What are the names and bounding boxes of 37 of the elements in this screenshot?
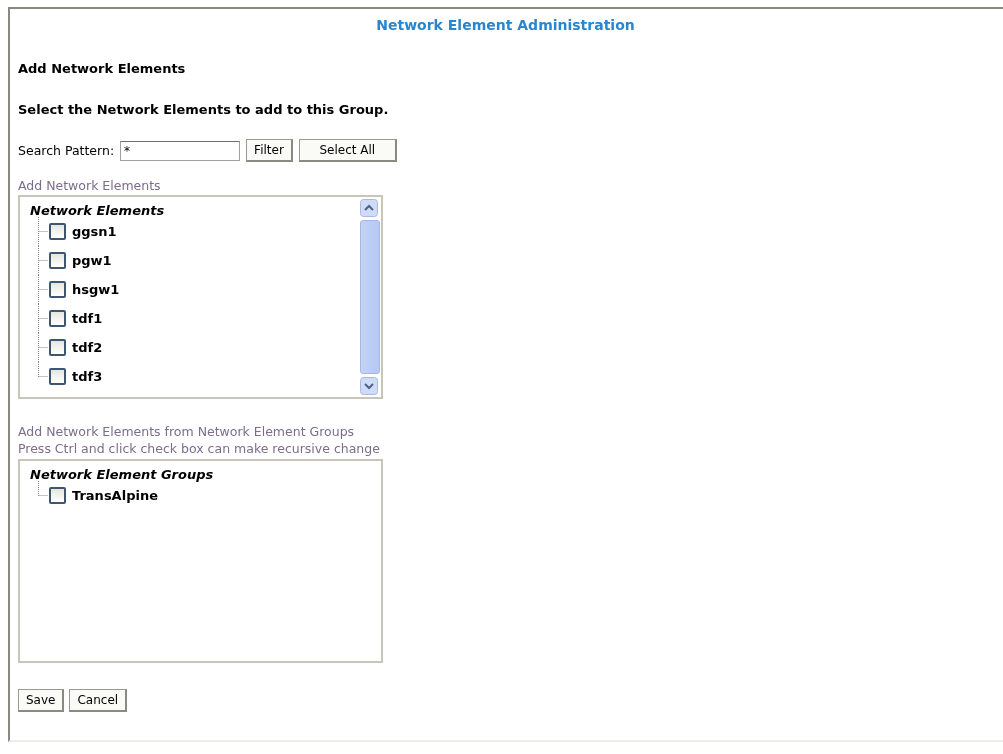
- tree-item[interactable]: tdf2: [72, 340, 103, 355]
- section-heading: Add Network Elements: [18, 61, 187, 76]
- scroll-up-icon[interactable]: [360, 199, 378, 217]
- section-label: Add Network Elements: [18, 178, 162, 193]
- tree-item[interactable]: ggsn1: [72, 224, 117, 239]
- scroll-thumb[interactable]: [360, 220, 380, 374]
- tree-item[interactable]: tdf1: [72, 311, 103, 326]
- tree-connector: [38, 217, 48, 246]
- checkbox[interactable]: [49, 252, 66, 269]
- tree-title: Network Elements: [30, 203, 166, 218]
- checkbox[interactable]: [49, 368, 66, 385]
- search-label: Search Pattern:: [18, 143, 115, 158]
- search-field[interactable]: *: [120, 140, 241, 161]
- scroll-down-icon[interactable]: [360, 377, 378, 395]
- tree-title: Network Element Groups: [30, 467, 215, 482]
- tree-connector: [38, 481, 48, 496]
- tree-item[interactable]: TransAlpine: [72, 488, 158, 503]
- page-title: Network Element Administration: [375, 17, 636, 35]
- scrollbar[interactable]: [359, 197, 381, 397]
- tree-item[interactable]: hsgw1: [72, 282, 120, 297]
- select-all-button[interactable]: Select All: [298, 139, 397, 162]
- tree-connector: [38, 275, 48, 304]
- tree-item[interactable]: tdf3: [72, 369, 103, 384]
- checkbox[interactable]: [49, 487, 66, 504]
- tree-connector: [38, 304, 48, 333]
- tree-item[interactable]: pgw1: [72, 253, 112, 268]
- checkbox[interactable]: [49, 310, 66, 327]
- instruction-text: Select the Network Elements to add to this Group.: [18, 102, 390, 117]
- checkbox[interactable]: [49, 281, 66, 298]
- save-button[interactable]: Save: [18, 689, 65, 712]
- filter-button[interactable]: Filter: [246, 139, 293, 162]
- cancel-button[interactable]: Cancel: [69, 689, 128, 712]
- section-label: Press Ctrl and click check box can make recursive change: [18, 440, 381, 457]
- section-label: Add Network Elements from Network Element Groups: [18, 423, 356, 440]
- checkbox[interactable]: [49, 339, 66, 356]
- tree-connector: [38, 246, 48, 275]
- checkbox[interactable]: [49, 223, 66, 240]
